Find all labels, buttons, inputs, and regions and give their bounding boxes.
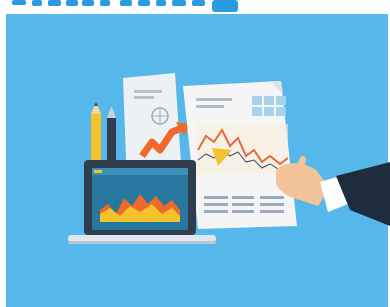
laptop-icon (68, 160, 216, 244)
pencil-icon (91, 102, 101, 164)
line-chart-icon (196, 124, 289, 174)
illustration-stage (0, 0, 390, 307)
pen-icon (107, 106, 116, 164)
document-front (183, 81, 297, 229)
